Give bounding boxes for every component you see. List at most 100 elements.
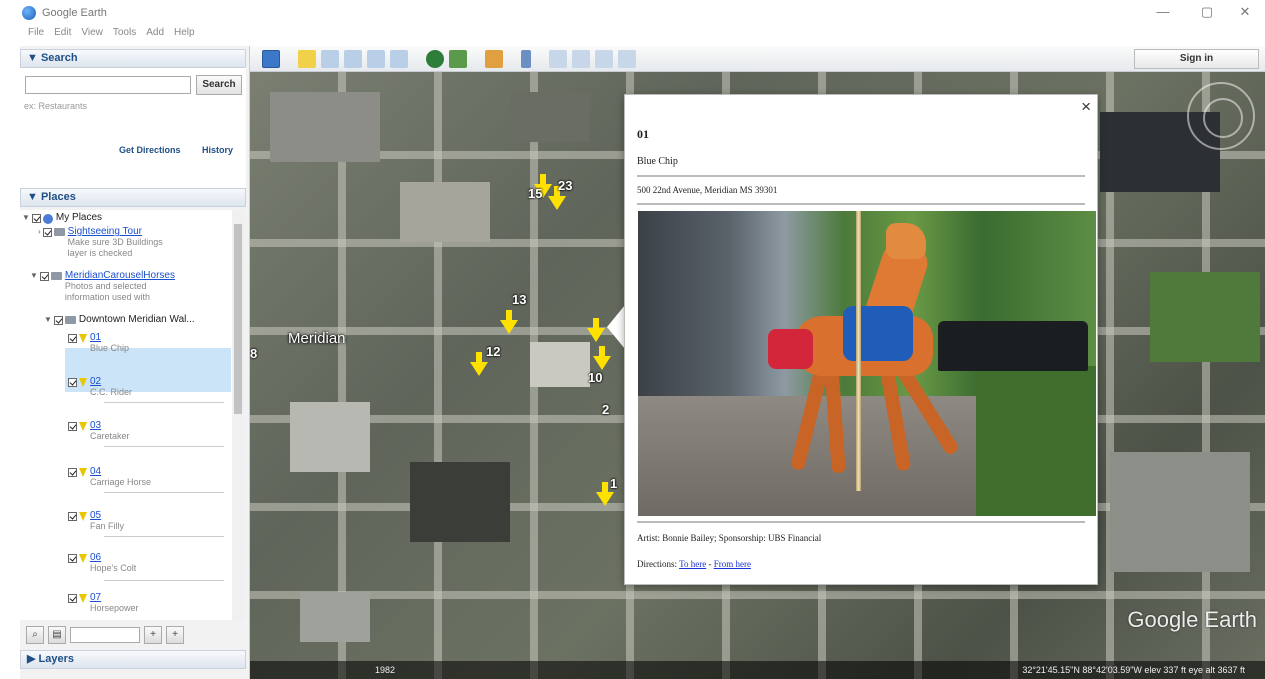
close-button[interactable]: ✕ xyxy=(1230,4,1260,20)
checkbox[interactable] xyxy=(39,272,49,281)
tree-my-places[interactable]: ▼ My Places xyxy=(22,212,102,224)
search-button[interactable]: Search xyxy=(196,75,242,95)
checkbox[interactable] xyxy=(68,378,77,387)
tree-link[interactable]: 07 xyxy=(90,592,101,603)
placemark-arrow-icon[interactable] xyxy=(500,310,518,334)
tree-item-06[interactable]: 06 Hope's Colt xyxy=(68,552,136,574)
imagery-date: 1982 xyxy=(375,665,396,675)
menu-help[interactable]: Help xyxy=(174,27,195,43)
tree-sub: Carriage Horse xyxy=(90,477,152,487)
balloon-close-button[interactable]: × xyxy=(1081,97,1091,117)
map-building xyxy=(270,92,380,162)
email-icon[interactable] xyxy=(549,49,567,68)
expand-arrow-icon[interactable]: ▼ xyxy=(44,315,52,324)
save-image-icon[interactable] xyxy=(595,49,613,68)
places-filter-input[interactable] xyxy=(70,627,140,643)
sign-in-button[interactable]: Sign in xyxy=(1134,49,1259,69)
scrollbar-thumb[interactable] xyxy=(234,224,242,414)
maximize-button[interactable]: ▢ xyxy=(1192,4,1222,20)
city-label: Meridian xyxy=(288,330,346,347)
tree-downtown-walk[interactable]: ▼ Downtown Meridian Wal... xyxy=(44,314,195,325)
tree-sub: Horsepower xyxy=(90,603,139,613)
search-input[interactable] xyxy=(25,76,191,94)
menu-view[interactable]: View xyxy=(81,27,103,43)
to-here-link[interactable]: To here xyxy=(679,559,706,569)
placemark-arrow-icon[interactable] xyxy=(470,352,488,376)
divider xyxy=(637,175,1085,177)
tree-link[interactable]: 02 xyxy=(90,376,101,387)
tree-item-01[interactable]: 01 Blue Chip xyxy=(68,332,129,354)
tree-item-02[interactable]: 02 C.C. Rider xyxy=(68,376,132,398)
historical-imagery-icon[interactable] xyxy=(426,49,444,68)
placemark-arrow-icon[interactable] xyxy=(596,482,614,506)
checkbox[interactable] xyxy=(42,228,52,237)
tree-link[interactable]: 06 xyxy=(90,552,101,563)
from-here-link[interactable]: From here xyxy=(714,559,751,569)
checkbox[interactable] xyxy=(53,316,63,325)
search-places-icon[interactable]: ⌕ xyxy=(26,626,44,644)
divider xyxy=(104,492,224,493)
planet-icon[interactable] xyxy=(485,49,503,68)
tree-link[interactable]: Sightseeing Tour xyxy=(68,226,142,237)
tree-sightseeing-tour[interactable]: › Sightseeing Tour Make sure 3D Building… xyxy=(38,226,163,259)
menu-edit[interactable]: Edit xyxy=(54,27,71,43)
checkbox[interactable] xyxy=(68,512,77,521)
places-panel-header[interactable]: ▼ Places xyxy=(20,188,246,207)
history-link[interactable]: History xyxy=(202,145,233,155)
tree-sub: C.C. Rider xyxy=(90,387,133,397)
pushpin-icon xyxy=(79,422,87,431)
folder-icon xyxy=(64,316,76,324)
map-building xyxy=(290,402,370,472)
ruler-icon[interactable] xyxy=(521,49,531,68)
tree-link[interactable]: 05 xyxy=(90,510,101,521)
sunlight-icon[interactable] xyxy=(449,49,467,68)
checkbox[interactable] xyxy=(68,468,77,477)
tour-record-icon[interactable] xyxy=(390,49,408,68)
placemark-icon[interactable] xyxy=(298,49,316,68)
menu-add[interactable]: Add xyxy=(146,27,164,43)
layers-panel-header[interactable]: ▶ Layers xyxy=(20,650,246,669)
placemark-arrow-icon[interactable] xyxy=(548,186,566,210)
tree-scrollbar[interactable] xyxy=(232,210,244,620)
placemark-label: 1 xyxy=(610,476,618,491)
panel-toggle-icon[interactable]: ▤ xyxy=(48,626,66,644)
google-earth-window: Google Earth — ▢ ✕ File Edit View Tools … xyxy=(0,0,1265,679)
tree-item-07[interactable]: 07 Horsepower xyxy=(68,592,139,614)
move-up-button[interactable]: + xyxy=(144,626,162,644)
checkbox[interactable] xyxy=(31,214,41,223)
map-building xyxy=(1110,452,1250,572)
checkbox[interactable] xyxy=(68,422,77,431)
polygon-icon[interactable] xyxy=(321,49,339,68)
places-bottom-toolbar: ⌕ ▤ + + xyxy=(20,624,246,646)
tree-item-04[interactable]: 04 Carriage Horse xyxy=(68,466,151,488)
minimize-button[interactable]: — xyxy=(1148,4,1178,19)
carousel-horse-photo xyxy=(638,211,1096,516)
print-icon[interactable] xyxy=(572,49,590,68)
placemark-arrow-icon[interactable] xyxy=(587,318,605,342)
placemark-arrow-icon[interactable] xyxy=(593,346,611,370)
get-directions-link[interactable]: Get Directions xyxy=(119,145,181,155)
search-panel-header[interactable]: ▼ Search xyxy=(20,49,246,68)
overlay-icon[interactable] xyxy=(367,49,385,68)
tree-item-05[interactable]: 05 Fan Filly xyxy=(68,510,124,532)
tree-link[interactable]: MeridianCarouselHorses xyxy=(65,270,175,281)
navigation-compass-icon[interactable] xyxy=(1187,82,1255,150)
path-icon[interactable] xyxy=(344,49,362,68)
expand-arrow-icon[interactable]: ▼ xyxy=(22,213,30,222)
tree-link[interactable]: 03 xyxy=(90,420,101,431)
menu-file[interactable]: File xyxy=(28,27,44,43)
tree-carousel-horses[interactable]: ▼ MeridianCarouselHorses Photos and sele… xyxy=(30,270,175,303)
tree-link[interactable]: 01 xyxy=(90,332,101,343)
maps-icon[interactable] xyxy=(618,49,636,68)
menu-tools[interactable]: Tools xyxy=(113,27,136,43)
move-down-button[interactable]: + xyxy=(166,626,184,644)
sidebar-toggle-icon[interactable] xyxy=(262,49,280,68)
tree-item-03[interactable]: 03 Caretaker xyxy=(68,420,130,442)
checkbox[interactable] xyxy=(68,554,77,563)
expand-arrow-icon[interactable]: ▼ xyxy=(30,271,38,280)
checkbox[interactable] xyxy=(68,594,77,603)
pushpin-icon xyxy=(79,594,87,603)
expand-arrow-icon[interactable]: › xyxy=(38,227,41,236)
checkbox[interactable] xyxy=(68,334,77,343)
tree-link[interactable]: 04 xyxy=(90,466,101,477)
